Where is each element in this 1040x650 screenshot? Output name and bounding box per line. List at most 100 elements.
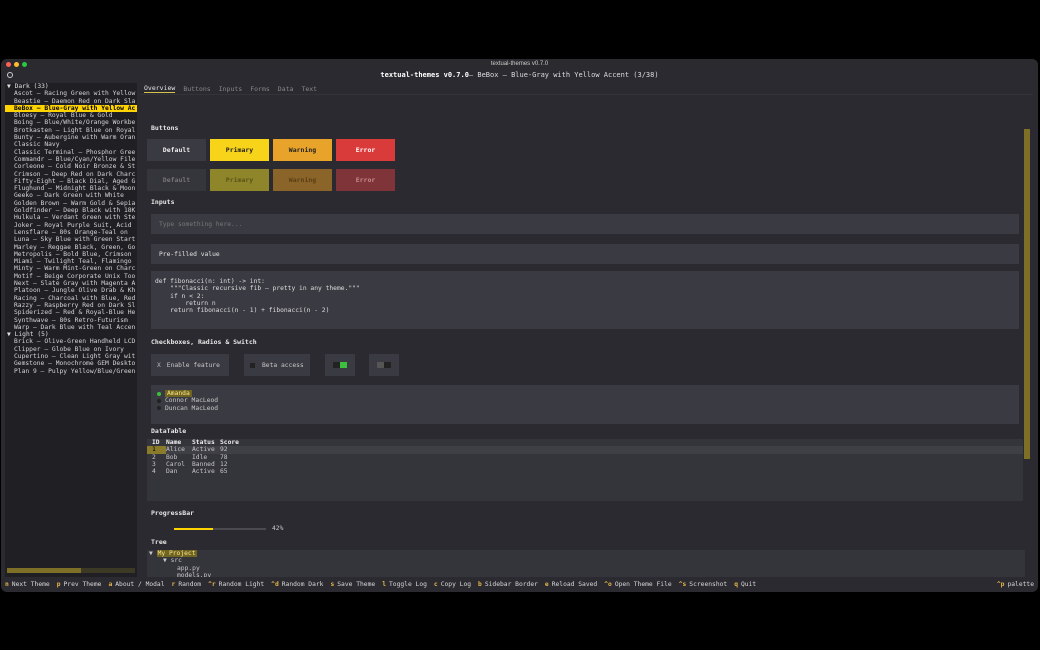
- primary-button[interactable]: Primary: [210, 139, 269, 161]
- footer-binding[interactable]: r Random: [172, 581, 202, 588]
- footer-binding[interactable]: e Reload Saved: [545, 581, 597, 588]
- sidebar-item[interactable]: Goldfinder — Deep Black with 18K: [5, 207, 137, 214]
- sidebar-item[interactable]: Luna — Sky Blue with Green Start: [5, 236, 137, 243]
- sidebar-item[interactable]: Corleone — Cold Noir Bronze & St: [5, 163, 137, 170]
- sidebar-item[interactable]: Crimson — Deep Red on Dark Charc: [5, 171, 137, 178]
- footer-binding[interactable]: n Next Theme: [5, 581, 50, 588]
- theme-sidebar[interactable]: ▼ Dark (33) Ascot — Racing Green with Yel…: [5, 83, 137, 577]
- footer-binding[interactable]: a About / Modal: [108, 581, 164, 588]
- sidebar-item-selected[interactable]: BeBox — Blue-Gray with Yellow Ac: [5, 104, 137, 113]
- footer-binding[interactable]: ^r Random Light: [208, 581, 264, 588]
- sidebar-item[interactable]: Clipper — Globe Blue on Ivory: [5, 346, 137, 353]
- table-row[interactable]: 1 Alice Active 92: [147, 446, 1023, 454]
- text-input-prefilled[interactable]: Pre-filled value: [151, 244, 1019, 264]
- sidebar-item[interactable]: Metropolis — Bold Blue, Crimson: [5, 251, 137, 258]
- sidebar-item[interactable]: Brotkasten — Light Blue on Royal: [5, 127, 137, 134]
- sidebar-item[interactable]: Hulkula — Verdant Green with Ste: [5, 214, 137, 221]
- sidebar-scrollbar[interactable]: [7, 568, 135, 573]
- sidebar-item[interactable]: Ascot — Racing Green with Yellow: [5, 90, 137, 97]
- close-window-button[interactable]: [6, 62, 11, 67]
- table-row[interactable]: 2 Bob Idle 78: [147, 454, 1023, 461]
- footer-binding[interactable]: ^d Random Dark: [271, 581, 323, 588]
- table-row[interactable]: 3 Carol Banned 12: [147, 461, 1023, 468]
- sidebar-item[interactable]: Geeko — Dark Green with White: [5, 192, 137, 199]
- footer-binding[interactable]: b Sidebar Border: [478, 581, 538, 588]
- column-header[interactable]: ID: [147, 439, 166, 446]
- radio-option[interactable]: Connor MacLeod: [151, 397, 1019, 404]
- footer-binding[interactable]: q Quit: [734, 581, 756, 588]
- sidebar-item[interactable]: Classic Terminal — Phosphor Gree: [5, 149, 137, 156]
- sidebar-item[interactable]: Beastie — Daemon Red on Dark Sla: [5, 98, 137, 105]
- sidebar-group-header[interactable]: ▼ Dark (33): [5, 83, 137, 90]
- tab-inputs[interactable]: Inputs: [219, 85, 242, 93]
- tab-overview[interactable]: Overview: [144, 84, 176, 93]
- footer-binding[interactable]: l Toggle Log: [382, 581, 427, 588]
- enable-feature-checkbox[interactable]: X Enable feature: [151, 354, 229, 376]
- beta-access-checkbox[interactable]: Beta access: [244, 354, 310, 376]
- sidebar-item[interactable]: Joker — Royal Purple Suit, Acid: [5, 222, 137, 229]
- sidebar-item[interactable]: Boing — Blue/White/Orange Workbe: [5, 119, 137, 126]
- sidebar-item[interactable]: Marley — Reggae Black, Green, Go: [5, 244, 137, 251]
- footer-binding[interactable]: ^s Screenshot: [679, 581, 728, 588]
- error-button-disabled: Error: [336, 169, 395, 191]
- sidebar-item[interactable]: Motif — Beige Corporate Unix Too: [5, 273, 137, 280]
- palette-binding[interactable]: ^p palette: [997, 581, 1034, 588]
- sidebar-item[interactable]: Spiderized — Red & Royal-Blue He: [5, 309, 137, 316]
- sidebar-item[interactable]: Platoon — Jungle Olive Drab & Kh: [5, 287, 137, 294]
- footer-binding[interactable]: p Prev Theme: [57, 581, 102, 588]
- sidebar-item[interactable]: Golden Brown — Warm Gold & Sepia: [5, 200, 137, 207]
- tree-node-root[interactable]: ▼ My Project: [149, 550, 1025, 557]
- warning-button[interactable]: Warning: [273, 139, 332, 161]
- table-cell: 78: [220, 453, 228, 461]
- sidebar-item[interactable]: Flughund — Midnight Black & Moon: [5, 185, 137, 192]
- sidebar-item[interactable]: Cupertino — Clean Light Gray wit: [5, 353, 137, 360]
- sidebar-item[interactable]: Razzy — Raspberry Red on Dark Sl: [5, 302, 137, 309]
- tab-text[interactable]: Text: [301, 85, 317, 93]
- column-header[interactable]: Status: [192, 439, 220, 446]
- sidebar-item[interactable]: Next — Slate Gray with Magenta A: [5, 280, 137, 287]
- sidebar-item[interactable]: Lensflare — 80s Orange-Teal on: [5, 229, 137, 236]
- column-header[interactable]: Name: [166, 439, 192, 446]
- tab-buttons[interactable]: Buttons: [183, 85, 210, 93]
- tab-data[interactable]: Data: [278, 85, 294, 93]
- sidebar-item[interactable]: Racing — Charcoal with Blue, Red: [5, 295, 137, 302]
- column-header[interactable]: Score: [220, 439, 250, 446]
- sidebar-item[interactable]: Commandr — Blue/Cyan/Yellow File: [5, 156, 137, 163]
- tab-forms[interactable]: Forms: [250, 85, 270, 93]
- tree-node-src[interactable]: ▼ src: [149, 557, 1025, 564]
- footer-label: Random Dark: [281, 581, 324, 588]
- tree-view[interactable]: ▼ My Project▼ srcapp.pymodels.pywidgets.…: [147, 550, 1025, 577]
- tree-node-file[interactable]: app.py: [149, 565, 1025, 572]
- footer-binding[interactable]: s Save Theme: [330, 581, 375, 588]
- code-textarea[interactable]: def fibonacci(n: int) -> int: """Classic…: [151, 271, 1019, 329]
- radio-option[interactable]: Duncan MacLeod: [151, 405, 1019, 412]
- text-input-empty[interactable]: Type something here...: [151, 214, 1019, 234]
- switch-on[interactable]: [325, 354, 355, 376]
- zoom-window-button[interactable]: [22, 62, 27, 67]
- sidebar-item[interactable]: Brick — Olive-Green Handheld LCD: [5, 338, 137, 345]
- radio-option[interactable]: Amanda: [151, 390, 1019, 398]
- error-button[interactable]: Error: [336, 139, 395, 161]
- sidebar-item[interactable]: Bunty — Aubergine with Warm Oran: [5, 134, 137, 141]
- app-header: textual-themes v0.7.0 — BeBox — Blue-Gra…: [1, 69, 1038, 81]
- sidebar-item[interactable]: Plan 9 — Pulpy Yellow/Blue/Green: [5, 368, 137, 375]
- main-scrollbar[interactable]: [1024, 129, 1030, 459]
- sidebar-item[interactable]: Bloesy — Royal Blue & Gold: [5, 112, 137, 119]
- switch-off[interactable]: [369, 354, 399, 376]
- footer-binding[interactable]: c Copy Log: [434, 581, 471, 588]
- sidebar-item[interactable]: Synthwave — 80s Retro-Futurism: [5, 317, 137, 324]
- sidebar-scroll-thumb[interactable]: [7, 568, 81, 573]
- footer-binding[interactable]: ^o Open Theme File: [604, 581, 671, 588]
- sidebar-item[interactable]: Fifty-Eight — Black Dial, Aged G: [5, 178, 137, 185]
- default-button[interactable]: Default: [147, 139, 206, 161]
- sidebar-item[interactable]: Gemstone — Monochrome GEM Deskto: [5, 360, 137, 367]
- minimize-window-button[interactable]: [14, 62, 19, 67]
- data-table[interactable]: ID Name Status Score 1 Alice Active 92 2 Bob Idle 7…: [147, 439, 1023, 501]
- radio-set[interactable]: Amanda Connor MacLeod Duncan MacLeod: [151, 385, 1019, 424]
- sidebar-item[interactable]: Warp — Dark Blue with Teal Accen: [5, 324, 137, 331]
- sidebar-item[interactable]: Miami — Twilight Teal, Flamingo: [5, 258, 137, 265]
- sidebar-group-header[interactable]: ▼ Light (5): [5, 331, 137, 338]
- table-row[interactable]: 4 Dan Active 65: [147, 468, 1023, 475]
- sidebar-item[interactable]: Minty — Warm Mint-Green on Charc: [5, 265, 137, 272]
- sidebar-item[interactable]: Classic Navy: [5, 141, 137, 148]
